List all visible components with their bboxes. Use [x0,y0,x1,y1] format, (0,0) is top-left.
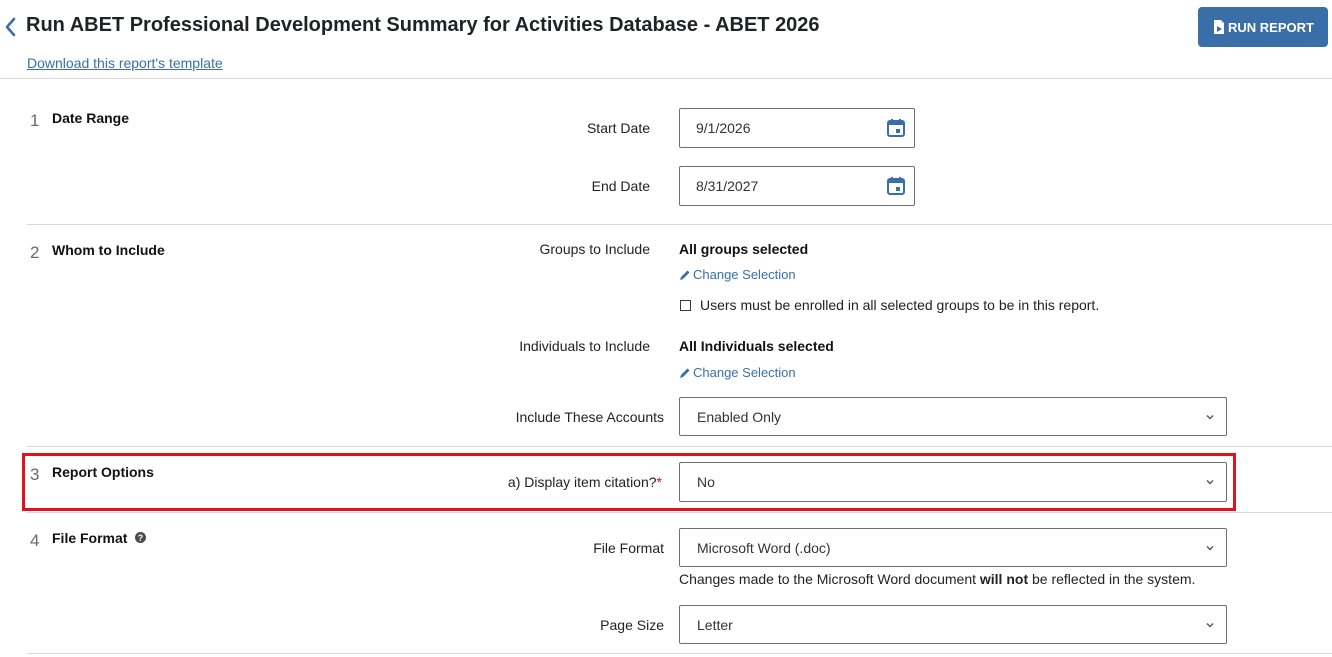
chevron-down-icon [1206,622,1214,627]
question-circle-icon[interactable]: ? [135,532,146,543]
change-groups-link[interactable]: Change Selection [679,267,796,282]
note-text-bold: will not [979,571,1029,587]
note-text-after: be reflected in the system. [1028,571,1196,587]
section-title-report-options: Report Options [52,464,154,480]
note-text-before: Changes made to the Microsoft Word docum… [679,571,980,587]
pencil-icon [680,368,690,378]
calendar-icon[interactable] [886,176,906,196]
download-template-link[interactable]: Download this report's template [27,55,223,71]
section-title-whom: Whom to Include [52,242,165,258]
accounts-label: Include These Accounts [515,409,664,425]
section-divider [27,446,1332,447]
chevron-down-icon [1206,545,1214,550]
calendar-icon[interactable] [886,118,906,138]
enrolled-all-groups-label: Users must be enrolled in all selected g… [700,297,1100,313]
citation-select[interactable]: No [679,462,1227,502]
back-chevron-icon[interactable] [3,16,19,38]
pencil-icon [680,270,690,280]
run-report-label: RUN REPORT [1228,19,1314,35]
start-date-label: Start Date [586,120,650,136]
section-title-date-range: Date Range [52,110,130,126]
enrolled-all-groups-checkbox[interactable] [680,300,691,311]
individuals-value: All Individuals selected [679,338,834,354]
section-number: 3 [30,465,40,484]
accounts-select[interactable]: Enabled Only [679,397,1227,436]
file-format-select-value: Microsoft Word (.doc) [697,539,831,556]
end-date-input[interactable]: 8/31/2027 [679,166,915,206]
section-divider [27,512,1332,513]
groups-value: All groups selected [679,241,809,257]
section-number: 1 [30,111,40,130]
change-groups-label: Change Selection [693,267,796,282]
run-report-button[interactable]: RUN REPORT [1198,7,1328,47]
section-divider [27,653,1332,654]
change-individuals-label: Change Selection [693,365,796,380]
file-format-label: File Format [593,540,664,556]
header-divider [0,78,1332,79]
citation-select-value: No [697,474,715,490]
start-date-input[interactable]: 9/1/2026 [679,108,915,148]
required-mark: * [656,474,662,490]
report-run-icon [1214,20,1225,34]
chevron-down-icon [1206,414,1214,419]
start-date-value: 9/1/2026 [696,120,751,136]
page-size-label: Page Size [600,617,664,633]
section-number: 2 [30,243,40,262]
accounts-select-value: Enabled Only [697,408,782,425]
individuals-label: Individuals to Include [519,338,650,354]
page-size-select-value: Letter [697,616,733,633]
file-format-select[interactable]: Microsoft Word (.doc) [679,528,1227,567]
page-title: Run ABET Professional Development Summar… [26,14,820,36]
change-individuals-link[interactable]: Change Selection [679,365,796,380]
section-number: 4 [30,531,40,550]
citation-label-text: a) Display item citation? [507,474,657,490]
word-doc-note: Changes made to the Microsoft Word docum… [679,571,1195,587]
end-date-label: End Date [591,178,650,194]
page-size-select[interactable]: Letter [679,605,1227,644]
citation-label: a) Display item citation?* [508,474,662,490]
end-date-value: 8/31/2027 [696,178,759,194]
chevron-down-icon [1206,480,1214,485]
groups-label: Groups to Include [539,241,650,257]
section-divider [27,224,1332,225]
section-title-file-format: File Format [52,530,128,546]
